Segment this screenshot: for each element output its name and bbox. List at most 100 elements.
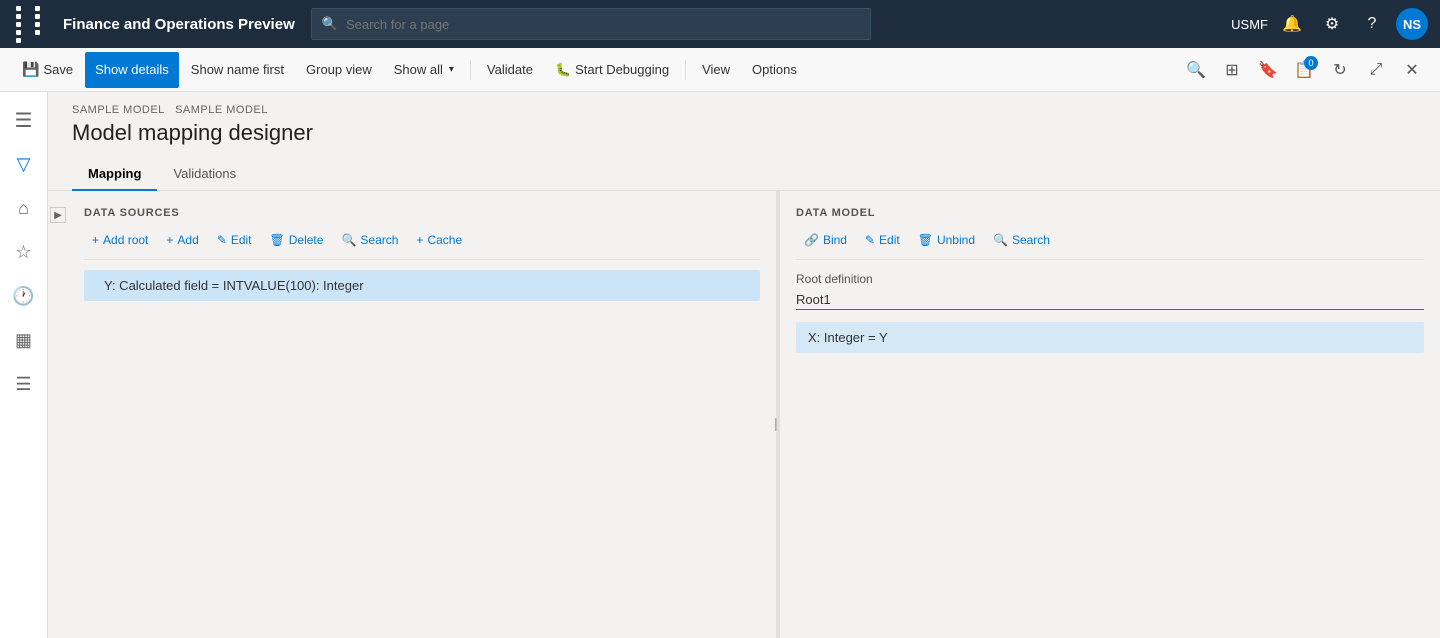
page-header: SAMPLE MODEL SAMPLE MODEL Model mapping …: [48, 92, 1440, 158]
data-model-toolbar: 🔗 Bind ✎ Edit 🗑 Unbind 🔍 Search: [796, 229, 1424, 260]
pencil-icon: ✎: [217, 233, 227, 247]
root-definition-input[interactable]: [796, 290, 1424, 310]
validate-label: Validate: [487, 62, 533, 77]
dm-item-x[interactable]: X: Integer = Y: [796, 322, 1424, 353]
show-all-button[interactable]: Show all ▾: [384, 52, 464, 88]
badge-button[interactable]: 📋 0: [1288, 54, 1320, 86]
search-icon-panel: 🔍: [341, 233, 356, 247]
show-name-first-label: Show name first: [191, 62, 284, 77]
add-root-label: Add root: [103, 233, 148, 247]
close-button[interactable]: ✕: [1396, 54, 1428, 86]
add-root-button[interactable]: + Add root: [84, 229, 156, 251]
sidebar-item-home[interactable]: ⌂: [4, 188, 44, 228]
notification-button[interactable]: 🔔: [1276, 8, 1308, 40]
left-expand: ▶: [48, 191, 68, 638]
action-bar-right: 🔍 ⊞ 🔖 📋 0 ↻ ⤢ ✕: [1180, 54, 1428, 86]
action-bar: 💾 Save Show details Show name first Grou…: [0, 48, 1440, 92]
separator: [470, 60, 471, 80]
dm-search-button[interactable]: 🔍 Search: [985, 229, 1058, 251]
start-debugging-label: Start Debugging: [575, 62, 669, 77]
settings-button[interactable]: ⚙: [1316, 8, 1348, 40]
cache-label: Cache: [427, 233, 462, 247]
edit-button[interactable]: ✎ Edit: [209, 229, 260, 251]
content-area: SAMPLE MODEL SAMPLE MODEL Model mapping …: [48, 92, 1440, 638]
show-name-first-button[interactable]: Show name first: [181, 52, 294, 88]
trash-icon: 🗑: [270, 233, 285, 247]
panel-resizer[interactable]: [776, 191, 780, 638]
save-label: Save: [43, 62, 73, 77]
sidebar-item-filter[interactable]: ▽: [4, 144, 44, 184]
search-icon: 🔍: [322, 16, 338, 32]
dm-edit-button[interactable]: ✎ Edit: [857, 229, 908, 251]
dm-pencil-icon: ✎: [865, 233, 875, 247]
ds-item-y[interactable]: Y: Calculated field = INTVALUE(100): Int…: [84, 270, 760, 301]
breadcrumb-2: SAMPLE MODEL: [175, 104, 268, 116]
dm-edit-label: Edit: [879, 233, 900, 247]
search-button[interactable]: 🔍 Search: [333, 229, 406, 251]
org-label: USMF: [1231, 17, 1268, 32]
edit-label: Edit: [231, 233, 252, 247]
options-button[interactable]: Options: [742, 52, 807, 88]
unbind-button[interactable]: 🗑 Unbind: [910, 229, 983, 251]
plus-icon-2: +: [166, 233, 173, 247]
app-title: Finance and Operations Preview: [63, 16, 295, 33]
delete-button[interactable]: 🗑 Delete: [262, 229, 332, 251]
bookmark-button[interactable]: 🔖: [1252, 54, 1284, 86]
sidebar-item-workspace[interactable]: ▦: [4, 320, 44, 360]
sidebar-item-list[interactable]: ☰: [4, 364, 44, 404]
collapse-button[interactable]: ▶: [50, 207, 66, 223]
add-label: Add: [177, 233, 198, 247]
dm-search-label: Search: [1012, 233, 1050, 247]
data-model-list: X: Integer = Y: [796, 322, 1424, 622]
start-debugging-button[interactable]: 🐛 Start Debugging: [545, 52, 679, 88]
link-icon: 🔗: [804, 233, 819, 247]
debug-icon: 🐛: [555, 62, 571, 78]
view-button[interactable]: View: [692, 52, 740, 88]
data-sources-list: Y: Calculated field = INTVALUE(100): Int…: [84, 270, 760, 622]
panels: ▶ DATA SOURCES + Add root + Add ✎: [48, 191, 1440, 638]
cache-button[interactable]: + Cache: [408, 229, 470, 251]
save-button[interactable]: 💾 Save: [12, 52, 83, 88]
dm-search-icon: 🔍: [993, 233, 1008, 247]
root-definition: Root definition: [796, 272, 1424, 310]
main-layout: ☰ ▽ ⌂ ☆ 🕐 ▦ ☰ SAMPLE MODEL SAMPLE MODEL …: [0, 92, 1440, 638]
show-details-button[interactable]: Show details: [85, 52, 179, 88]
breadcrumb: SAMPLE MODEL SAMPLE MODEL: [72, 104, 1416, 116]
search-label: Search: [360, 233, 398, 247]
tabs: Mapping Validations: [48, 158, 1440, 191]
sidebar-item-recent[interactable]: 🕐: [4, 276, 44, 316]
app-grid-menu[interactable]: [12, 2, 55, 47]
tab-validations[interactable]: Validations: [157, 158, 252, 191]
bind-label: Bind: [823, 233, 847, 247]
add-button[interactable]: + Add: [158, 229, 206, 251]
delete-label: Delete: [289, 233, 324, 247]
save-icon: 💾: [22, 61, 39, 78]
data-model-header: DATA MODEL: [796, 207, 1424, 219]
bind-button[interactable]: 🔗 Bind: [796, 229, 855, 251]
search-input[interactable]: [346, 17, 860, 32]
refresh-button[interactable]: ↻: [1324, 54, 1356, 86]
data-model-panel: DATA MODEL 🔗 Bind ✎ Edit 🗑 Unbind: [780, 191, 1440, 638]
options-label: Options: [752, 62, 797, 77]
top-nav-right: USMF 🔔 ⚙ ? NS: [1231, 8, 1428, 40]
group-view-button[interactable]: Group view: [296, 52, 382, 88]
chevron-down-icon: ▾: [449, 64, 454, 75]
help-button[interactable]: ?: [1356, 8, 1388, 40]
notification-icon: 🔔: [1282, 14, 1302, 34]
show-details-label: Show details: [95, 62, 169, 77]
separator-2: [685, 60, 686, 80]
action-search-button[interactable]: 🔍: [1180, 54, 1212, 86]
sidebar-item-favorites[interactable]: ☆: [4, 232, 44, 272]
show-all-label: Show all: [394, 62, 443, 77]
sidebar: ☰ ▽ ⌂ ☆ 🕐 ▦ ☰: [0, 92, 48, 638]
ds-item-label: Y: Calculated field = INTVALUE(100): Int…: [104, 278, 364, 293]
connect-icon-button[interactable]: ⊞: [1216, 54, 1248, 86]
question-icon: ?: [1368, 15, 1377, 33]
search-icon: 🔍: [1186, 60, 1206, 80]
global-search-bar[interactable]: 🔍: [311, 8, 871, 40]
user-avatar[interactable]: NS: [1396, 8, 1428, 40]
validate-button[interactable]: Validate: [477, 52, 543, 88]
expand-button[interactable]: ⤢: [1360, 54, 1392, 86]
sidebar-item-hamburger[interactable]: ☰: [4, 100, 44, 140]
tab-mapping[interactable]: Mapping: [72, 158, 157, 191]
